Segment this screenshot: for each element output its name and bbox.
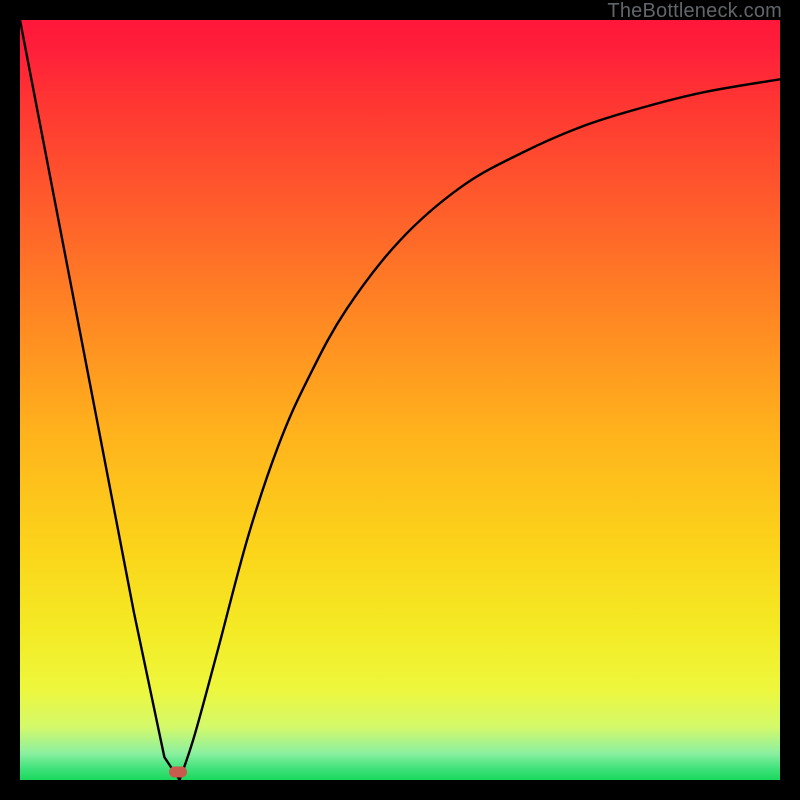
watermark-text: TheBottleneck.com bbox=[607, 0, 782, 23]
bottleneck-curve bbox=[20, 20, 780, 780]
chart-plot-area bbox=[20, 20, 780, 780]
optimal-point-marker bbox=[169, 766, 187, 777]
curve-path bbox=[20, 20, 780, 780]
chart-frame: TheBottleneck.com bbox=[0, 0, 800, 800]
